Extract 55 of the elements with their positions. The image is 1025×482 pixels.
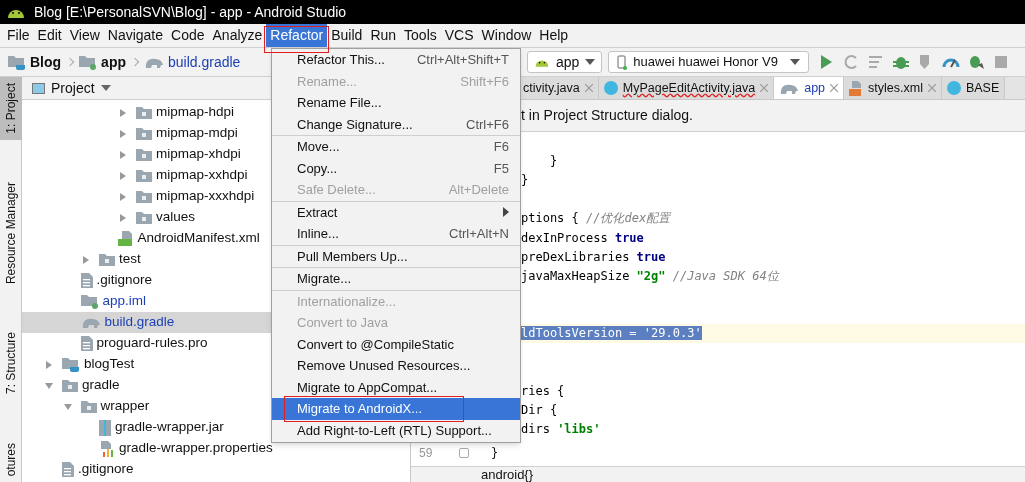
tree-item[interactable]: .gitignore [22, 459, 410, 480]
editor-tab[interactable]: ctivity.java [521, 77, 599, 99]
menu-item[interactable]: Inline... Ctrl+Alt+N [272, 223, 520, 245]
menu-bar-item[interactable]: Navigate [103, 24, 168, 47]
tool-window-tab[interactable]: otures [0, 436, 22, 482]
menu-item[interactable]: Move... F6 [272, 136, 520, 158]
menu-bar-item[interactable]: Help [535, 24, 573, 47]
editor-tab[interactable]: styles.xml [844, 77, 942, 99]
window-title: Blog [E:\PersonalSVN\Blog] - app - Android Studio [34, 2, 347, 22]
menu-bar-item[interactable]: Run [366, 24, 401, 47]
menu-item[interactable]: Migrate... [272, 268, 520, 290]
code-line: dirs 'libs' [521, 421, 601, 439]
code-line: ries { [521, 383, 565, 401]
menu-item[interactable]: Extract [272, 201, 520, 223]
view-selector[interactable]: Project [51, 77, 95, 99]
menu-item[interactable]: Migrate to AppCompat... [272, 376, 520, 398]
menu-item[interactable]: Migrate to AndroidX... [272, 398, 520, 420]
code-line: } [491, 445, 499, 462]
menu-bar-item[interactable]: File [3, 24, 34, 47]
code-line: preDexLibraries true [521, 248, 666, 266]
menu-item[interactable]: Convert to @CompileStatic [272, 333, 520, 355]
tool-window-tab[interactable]: 7: Structure [0, 326, 22, 401]
tool-window-tab[interactable]: Resource Manager [0, 176, 22, 291]
editor-tab[interactable]: BASE [941, 77, 1006, 99]
menu-bar-item[interactable]: Window [477, 24, 536, 47]
menu-bar-item[interactable]: Refactor [266, 24, 328, 47]
code-line: } [521, 171, 529, 189]
menu-item[interactable]: Refactor This... Ctrl+Alt+Shift+T [272, 49, 520, 71]
breadcrumb[interactable]: build.gradle [168, 51, 241, 73]
code-line: Dir { [521, 402, 558, 420]
menu-bar-item[interactable]: Edit [33, 24, 66, 47]
menu-item[interactable]: Remove Unused Resources... [272, 355, 520, 377]
menu-item[interactable]: Pull Members Up... [272, 245, 520, 267]
code-line: dexInProcess true [521, 229, 644, 247]
menu-bar-item[interactable]: Tools [400, 24, 441, 47]
tool-window-tab[interactable]: 1: Project [0, 77, 22, 140]
code-line: javaMaxHeapSize "2g" //Java SDK 64位 [521, 267, 779, 285]
menu-bar-item[interactable]: VCS [440, 24, 478, 47]
breadcrumb[interactable]: app [101, 51, 126, 73]
menu-bar-item[interactable]: Code [167, 24, 209, 47]
menu-bar-item[interactable]: View [65, 24, 104, 47]
editor-tab[interactable]: MyPageEditActivity.java [598, 77, 775, 99]
breadcrumb-bar: android{} [411, 466, 1025, 482]
menu-item[interactable]: Add Right-to-Left (RTL) Support... [272, 419, 520, 441]
code-line: } [548, 152, 558, 170]
editor-tab[interactable]: app [774, 77, 845, 99]
code-line: ptions { //优化dex配置 [521, 210, 671, 228]
device-dropdown[interactable]: huawei huawei Honor V9 [608, 51, 809, 73]
menu-bar-item[interactable]: Build [327, 24, 367, 47]
line-number: 59 [418, 445, 434, 462]
menu-item[interactable]: Copy... F5 [272, 157, 520, 179]
run-config-dropdown[interactable]: app [527, 51, 603, 73]
breadcrumb[interactable]: Blog [30, 51, 62, 73]
menu-bar-item[interactable]: Analyze [208, 24, 267, 47]
tree-item[interactable]: gradle-wrapper.properties [22, 438, 410, 459]
